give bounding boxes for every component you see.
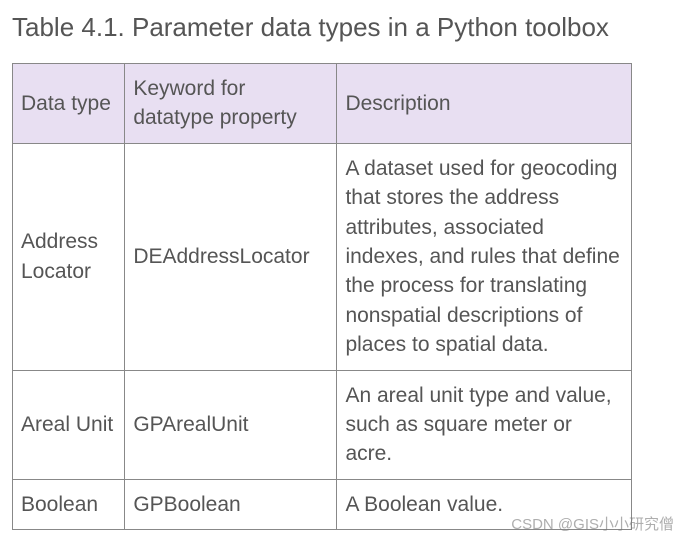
cell-description: An areal unit type and value, such as sq… bbox=[337, 370, 632, 479]
table-row: Areal Unit GPArealUnit An areal unit typ… bbox=[13, 370, 632, 479]
header-col-keyword: Keyword for datatype property bbox=[125, 64, 337, 144]
cell-keyword: GPBoolean bbox=[125, 479, 337, 529]
cell-datatype: Boolean bbox=[13, 479, 125, 529]
data-types-table: Data type Keyword for datatype property … bbox=[12, 63, 632, 530]
cell-keyword: DEAddressLocator bbox=[125, 143, 337, 370]
cell-datatype: Areal Unit bbox=[13, 370, 125, 479]
cell-keyword: GPArealUnit bbox=[125, 370, 337, 479]
header-col-datatype: Data type bbox=[13, 64, 125, 144]
table-header-row: Data type Keyword for datatype property … bbox=[13, 64, 632, 144]
header-col-description: Description bbox=[337, 64, 632, 144]
cell-datatype: Address Locator bbox=[13, 143, 125, 370]
table-row: Address Locator DEAddressLocator A datas… bbox=[13, 143, 632, 370]
cell-description: A dataset used for geocoding that stores… bbox=[337, 143, 632, 370]
table-title: Table 4.1. Parameter data types in a Pyt… bbox=[12, 10, 676, 45]
watermark: CSDN @GIS小小研究僧 bbox=[511, 513, 674, 534]
